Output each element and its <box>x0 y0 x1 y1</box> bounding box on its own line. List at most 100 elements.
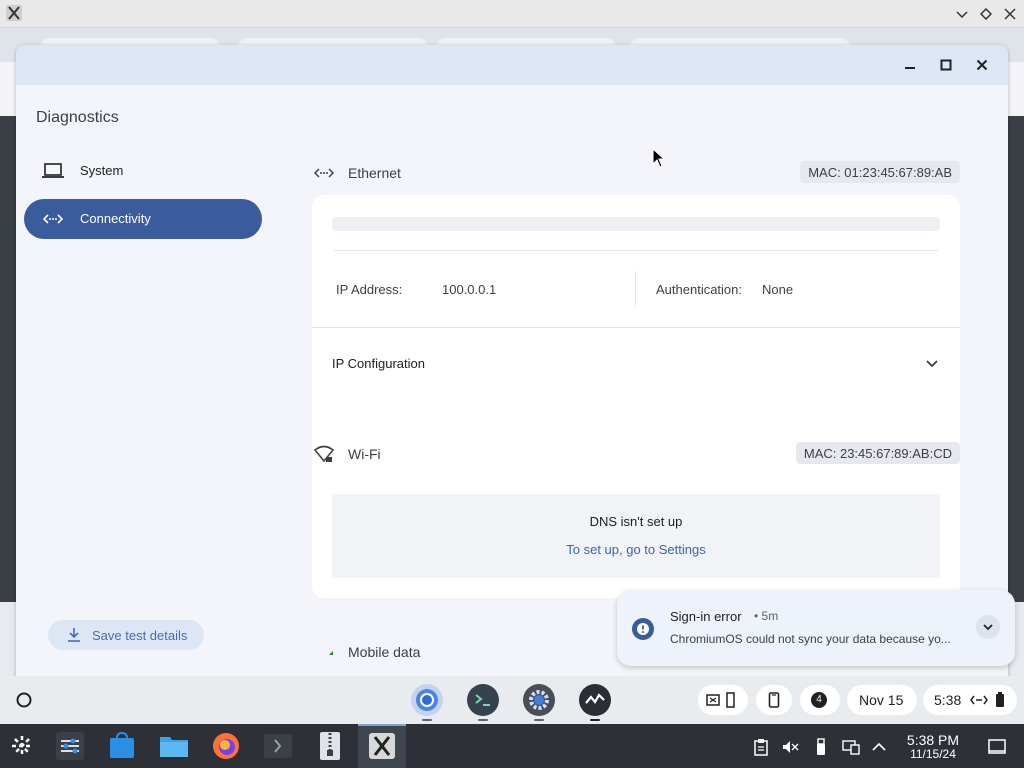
chromeos-shelf: 4 Nov 15 5:38 <box>0 676 1024 724</box>
firefox-icon[interactable] <box>210 730 242 762</box>
running-indicator <box>478 719 488 721</box>
taskbar-clock-time[interactable]: 5:38 PM <box>896 732 970 748</box>
loading-skeleton <box>332 217 940 231</box>
volume-muted-icon[interactable] <box>781 738 799 756</box>
phone-icon <box>768 692 780 708</box>
background-window-edge <box>0 62 16 602</box>
ethernet-title: Ethernet <box>348 165 401 181</box>
notification-toast[interactable]: Sign-in error • 5m ChromiumOS could not … <box>617 590 1015 666</box>
ethernet-header: Ethernet MAC: 01:23:45:67:89:AB <box>314 161 960 185</box>
wifi-title: Wi-Fi <box>348 446 381 462</box>
phone-hub-icon <box>726 692 735 708</box>
shelf-date: Nov 15 <box>859 692 904 708</box>
usb-device-icon[interactable] <box>812 738 830 756</box>
terminal-icon[interactable] <box>262 730 294 762</box>
notification-count-badge: 4 <box>811 692 827 708</box>
taskbar-clock-date[interactable]: 11/15/24 <box>896 747 970 761</box>
save-button-label: Save test details <box>92 628 188 643</box>
window-caption-bar <box>16 45 1008 85</box>
ethernet-icon <box>42 214 64 224</box>
app-store-icon[interactable] <box>106 730 138 762</box>
wifi-card: DNS isn't set up To set up, go to Settin… <box>312 476 960 598</box>
terminal-prompt-icon <box>475 694 490 706</box>
nav-item-system[interactable]: System <box>24 151 262 191</box>
notification-expand-button[interactable] <box>976 615 1000 639</box>
background-window-edge <box>0 62 16 116</box>
ethernet-icon <box>314 168 334 178</box>
close-icon <box>976 59 988 71</box>
nav-item-label: System <box>80 163 124 178</box>
close-icon <box>1004 8 1016 20</box>
divider <box>635 271 636 307</box>
ethernet-icon <box>970 695 988 705</box>
gear-icon <box>529 690 549 710</box>
screen-capture-icon <box>706 694 720 706</box>
tray-capture-pill[interactable] <box>698 685 748 715</box>
host-taskbar <box>0 724 1024 768</box>
authentication-value: None <box>762 282 794 297</box>
minimize-button[interactable] <box>899 54 921 76</box>
settings-icon[interactable] <box>523 684 555 716</box>
network-icon[interactable] <box>842 738 860 756</box>
background-window-edge <box>1008 62 1024 116</box>
ip-address-value: 100.0.0.1 <box>442 282 497 297</box>
diamond-icon <box>980 8 992 20</box>
notification-age: • 5m <box>754 609 779 623</box>
maximize-button[interactable] <box>935 54 957 76</box>
x-window-icon[interactable] <box>366 730 398 762</box>
close-button[interactable] <box>971 54 993 76</box>
save-test-details-button[interactable]: Save test details <box>48 620 204 650</box>
tray-status-pill[interactable]: 5:38 <box>923 685 1017 715</box>
host-maximize-button[interactable] <box>976 4 996 24</box>
chevron-down-icon <box>926 360 938 368</box>
ip-configuration-row[interactable]: IP Configuration <box>312 327 960 397</box>
running-indicator <box>590 719 600 721</box>
diagnostics-window: Diagnostics System Connectivity Save tes… <box>16 45 1008 676</box>
authentication-label: Authentication: <box>656 282 743 297</box>
tray-notification-pill[interactable]: 4 <box>800 685 840 715</box>
file-manager-icon[interactable] <box>158 730 190 762</box>
tray-date-pill[interactable]: Nov 15 <box>847 685 917 715</box>
mouse-cursor-icon <box>652 148 666 168</box>
host-close-button[interactable] <box>1000 4 1020 24</box>
settings-link[interactable]: To set up, go to Settings <box>332 542 940 557</box>
cellular-icon <box>329 651 333 655</box>
minimize-icon <box>905 67 915 69</box>
launcher-icon[interactable] <box>13 689 35 711</box>
system-settings-icon[interactable] <box>54 730 86 762</box>
laptop-icon <box>42 163 64 178</box>
app-title: Diagnostics <box>36 109 119 126</box>
wifi-lock-icon <box>314 445 334 463</box>
x-logo-icon <box>6 5 22 21</box>
host-minimize-button[interactable] <box>952 4 972 24</box>
archive-manager-icon[interactable] <box>314 730 346 762</box>
maximize-icon <box>940 59 952 71</box>
dns-warning-box: DNS isn't set up To set up, go to Settin… <box>332 494 940 578</box>
chrome-logo-icon <box>416 689 438 711</box>
ip-address-label: IP Address: <box>336 282 403 297</box>
shelf-time: 5:38 <box>934 692 962 708</box>
diagnostics-icon[interactable] <box>579 684 611 716</box>
wifi-mac-badge: MAC: 23:45:67:89:AB:CD <box>795 442 960 464</box>
download-icon <box>68 628 80 642</box>
wifi-header: Wi-Fi MAC: 23:45:67:89:AB:CD <box>314 442 960 466</box>
app-menu-icon[interactable] <box>6 730 38 762</box>
mobile-data-title: Mobile data <box>348 644 421 660</box>
chevron-down-icon <box>983 624 993 631</box>
host-title-bar <box>0 0 1024 28</box>
clipboard-icon[interactable] <box>752 738 770 756</box>
nav-item-connectivity[interactable]: Connectivity <box>24 199 262 239</box>
terminal-icon[interactable] <box>467 684 499 716</box>
chevron-up-icon[interactable] <box>870 738 888 756</box>
notification-title: Sign-in error <box>670 609 742 624</box>
divider <box>334 250 938 251</box>
dns-warning-title: DNS isn't set up <box>589 514 683 529</box>
nav-item-label: Connectivity <box>80 211 151 226</box>
show-desktop-icon[interactable] <box>988 738 1006 756</box>
ip-configuration-label: IP Configuration <box>332 356 425 371</box>
chrome-icon[interactable] <box>411 684 443 716</box>
ethernet-mac-badge: MAC: 01:23:45:67:89:AB <box>800 161 960 183</box>
notification-body: ChromiumOS could not sync your data beca… <box>670 632 951 646</box>
tray-phone-pill[interactable] <box>756 685 792 715</box>
chevron-down-icon <box>956 11 968 19</box>
